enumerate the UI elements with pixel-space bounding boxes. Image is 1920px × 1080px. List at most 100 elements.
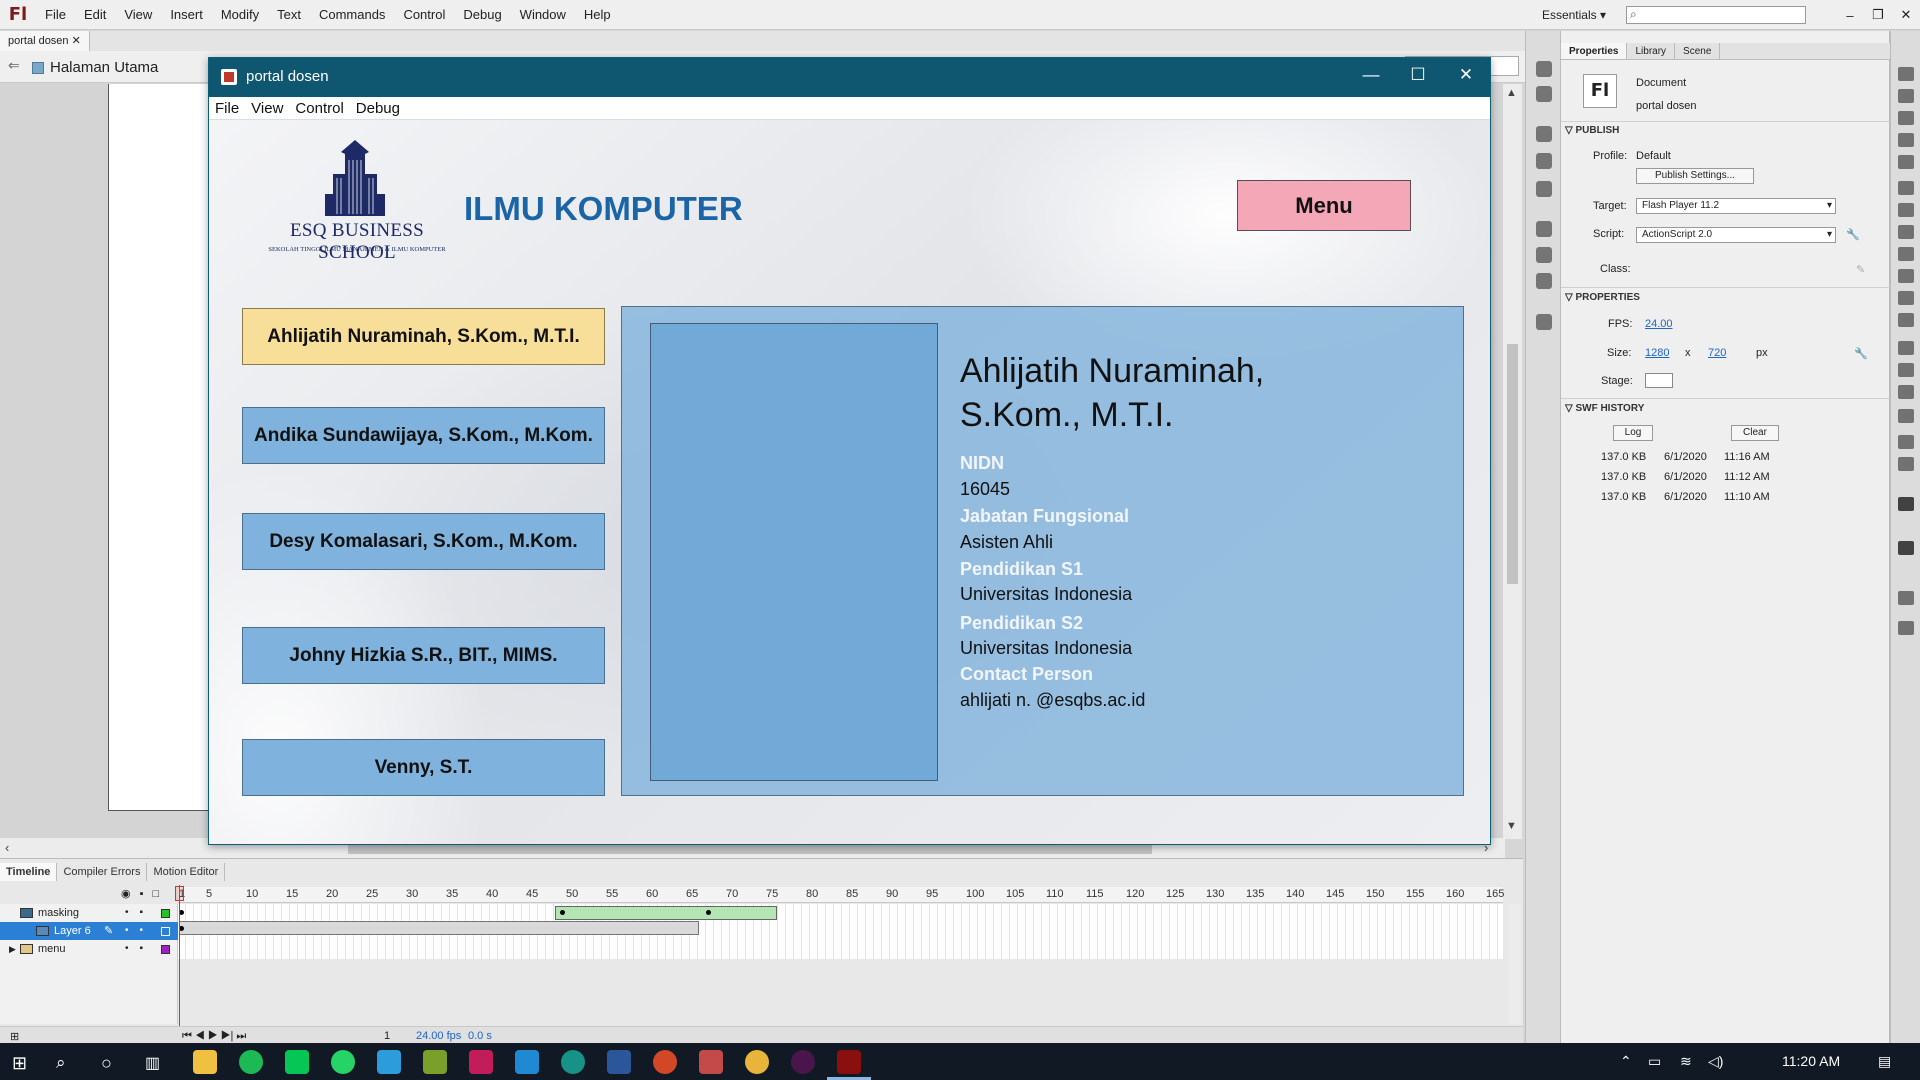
frame-rate[interactable]: 24.00 fps [416, 1030, 461, 1042]
zoom-tool-icon[interactable] [1898, 457, 1914, 471]
lecturer-button-4[interactable]: Johny Hizkia S.R., BIT., MIMS. [242, 627, 605, 684]
history-icon[interactable] [1536, 314, 1552, 330]
layer-color-swatch[interactable] [161, 927, 170, 936]
notifications-icon[interactable]: ▤ [1878, 1053, 1891, 1070]
swf-menu-view[interactable]: View [245, 100, 289, 117]
help-search-input[interactable]: ⌕ [1626, 6, 1806, 24]
scroll-left-icon[interactable]: ‹ [5, 840, 9, 855]
menu-view[interactable]: View [115, 7, 161, 22]
line-tool-icon[interactable] [1898, 225, 1914, 239]
pen-tool-icon[interactable] [1898, 181, 1914, 195]
brush-tool-icon[interactable] [1898, 291, 1914, 305]
scroll-down-icon[interactable]: ▼ [1506, 820, 1517, 832]
layer-color-swatch[interactable] [161, 909, 170, 918]
menu-window[interactable]: Window [511, 7, 575, 22]
paint-bucket-icon[interactable] [1898, 363, 1914, 377]
layer-row-masking[interactable]: masking •▪ [0, 904, 178, 922]
playhead[interactable] [179, 885, 180, 1040]
lecturer-button-3[interactable]: Desy Komalasari, S.Kom., M.Kom. [242, 513, 605, 570]
layer-toggles[interactable]: •▪ [125, 904, 154, 922]
menu-edit[interactable]: Edit [75, 7, 115, 22]
windows-start-icon[interactable]: ⊞ [12, 1053, 27, 1074]
clock[interactable]: 11:20 AM [1782, 1053, 1840, 1069]
outline-icon[interactable]: □ [153, 888, 169, 900]
powerpoint-icon[interactable] [653, 1050, 677, 1074]
clear-button[interactable]: Clear [1731, 425, 1779, 441]
stage-vertical-scrollbar[interactable]: ▲ ▼ [1503, 84, 1522, 839]
task-view-icon[interactable]: ▥ [145, 1053, 160, 1073]
wrench-icon[interactable]: 🔧 [1846, 228, 1860, 241]
wifi-icon[interactable]: ≋ [1680, 1053, 1692, 1070]
tab-scene[interactable]: Scene [1675, 43, 1721, 59]
frame-ruler[interactable]: 1 5 10 15 20 25 30 35 40 45 50 55 60 65 70 75 80 85 90 95 10… [178, 887, 1504, 903]
eye-icon[interactable]: ◉ [121, 888, 140, 900]
close-tab-icon[interactable]: ✕ [72, 35, 81, 47]
playback-controls[interactable]: ⏮ ◀ ▶ ▶| ⏭ [182, 1030, 246, 1043]
stage-color-swatch[interactable] [1645, 373, 1673, 388]
lecturer-button-1[interactable]: Ahlijatih Nuraminah, S.Kom., M.T.I. [242, 308, 605, 365]
layer-color-swatch[interactable] [161, 945, 170, 954]
lock-icon[interactable]: ▪ [140, 888, 153, 900]
3d-rotation-tool-icon[interactable] [1898, 133, 1914, 147]
file-explorer-icon[interactable] [193, 1050, 217, 1074]
publish-settings-button[interactable]: Publish Settings... [1636, 168, 1754, 184]
minimize-icon[interactable]: – [1836, 8, 1864, 23]
flash-taskbar-icon[interactable] [837, 1050, 861, 1074]
width-value[interactable]: 1280 [1645, 347, 1669, 359]
scroll-thumb[interactable] [1507, 344, 1518, 584]
bone-tool-icon[interactable] [1898, 341, 1914, 355]
swf-menu-file[interactable]: File [209, 100, 245, 117]
properties-section[interactable]: ▽ PROPERTIES [1565, 292, 1640, 303]
actions-icon[interactable] [1536, 273, 1552, 289]
motion-presets-icon[interactable] [1536, 61, 1552, 77]
swf-menu-control[interactable]: Control [289, 100, 349, 117]
motion-tween-span[interactable] [555, 906, 777, 920]
menu-commands[interactable]: Commands [310, 7, 394, 22]
eyedropper-icon[interactable] [1898, 385, 1914, 399]
swf-titlebar[interactable]: portal dosen — ☐ ✕ [209, 58, 1490, 97]
app-blue-icon[interactable] [377, 1050, 401, 1074]
tab-motion-editor[interactable]: Motion Editor [147, 863, 226, 881]
swf-close-icon[interactable]: ✕ [1446, 65, 1486, 85]
tab-library[interactable]: Library [1627, 43, 1676, 59]
stroke-color-icon[interactable] [1898, 497, 1914, 511]
gitkraken-icon[interactable] [561, 1050, 585, 1074]
show-hidden-icons[interactable]: ⌃ [1620, 1053, 1632, 1070]
vscode-icon[interactable] [515, 1050, 539, 1074]
layer-toggles[interactable]: •• [125, 922, 154, 940]
publish-section[interactable]: ▽ PUBLISH [1565, 125, 1619, 136]
tab-properties[interactable]: Properties [1561, 43, 1628, 59]
keyframe[interactable] [560, 910, 565, 915]
back-arrow-icon[interactable]: ⇐ [8, 57, 20, 74]
search-icon[interactable]: ⌕ [56, 1053, 66, 1073]
wrench-icon[interactable]: 🔧 [1854, 347, 1868, 360]
word-icon[interactable] [607, 1050, 631, 1074]
rectangle-tool-icon[interactable] [1898, 247, 1914, 261]
menu-modify[interactable]: Modify [212, 7, 268, 22]
keyframe[interactable] [706, 910, 711, 915]
menu-insert[interactable]: Insert [161, 7, 212, 22]
text-tool-icon[interactable] [1898, 203, 1914, 217]
playhead-handle[interactable] [175, 886, 184, 901]
expand-arrow-icon[interactable]: ▶ [9, 940, 16, 958]
layer-row-menu[interactable]: ▶ menu •▪ [0, 940, 178, 958]
close-icon[interactable]: ✕ [1892, 7, 1920, 23]
tab-compiler-errors[interactable]: Compiler Errors [57, 863, 148, 881]
lecturer-button-5[interactable]: Venny, S.T. [242, 739, 605, 796]
paint-icon[interactable] [699, 1050, 723, 1074]
cortana-icon[interactable]: ○ [101, 1053, 112, 1074]
script-select[interactable]: ActionScript 2.0 ▾ [1636, 227, 1836, 243]
doc-tab-portal-dosen[interactable]: portal dosen ✕ [0, 31, 90, 51]
height-value[interactable]: 720 [1708, 347, 1726, 359]
lasso-tool-icon[interactable] [1898, 155, 1914, 169]
menu-control[interactable]: Control [394, 7, 454, 22]
edit-class-icon[interactable]: ✎ [1856, 263, 1865, 276]
scroll-up-icon[interactable]: ▲ [1506, 87, 1517, 99]
snap-icon[interactable] [1898, 591, 1914, 605]
slack-icon[interactable] [791, 1050, 815, 1074]
menu-help[interactable]: Help [575, 7, 620, 22]
code-snippets-icon[interactable] [1536, 221, 1552, 237]
spotify-icon[interactable] [239, 1050, 263, 1074]
menu-text[interactable]: Text [268, 7, 310, 22]
layer-row-layer-6[interactable]: Layer 6 ✎ •• [0, 922, 178, 940]
